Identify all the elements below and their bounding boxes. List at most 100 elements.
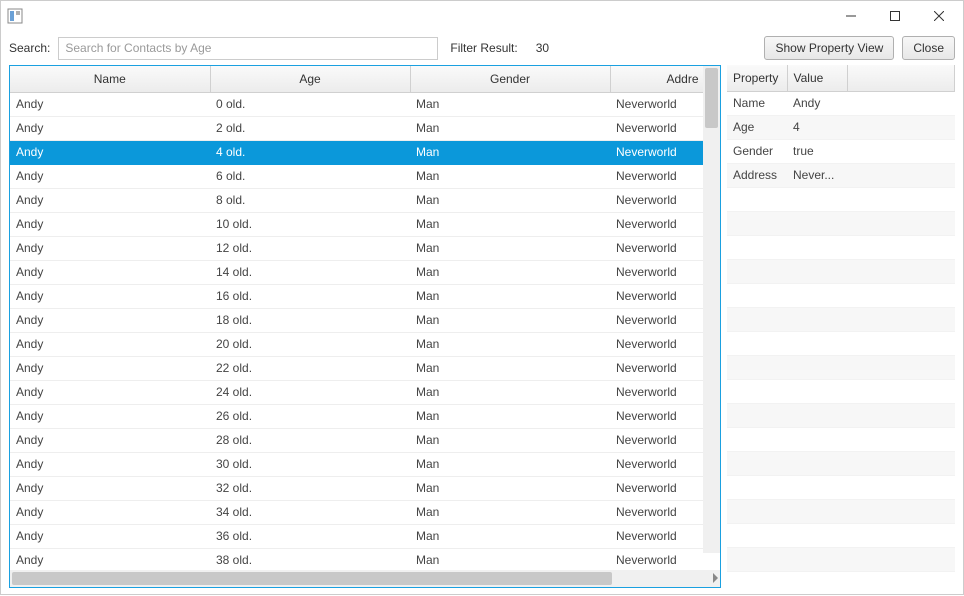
cell-gender: Man	[410, 500, 610, 524]
cell-name: Andy	[10, 92, 210, 116]
cell-address: Neverworld	[610, 524, 703, 548]
cell-name: Andy	[10, 260, 210, 284]
cell-address: Neverworld	[610, 548, 703, 570]
table-row[interactable]: Andy6 old.ManNeverworld	[10, 164, 703, 188]
toolbar: Search: Filter Result: 30 Show Property …	[1, 31, 963, 65]
property-row-empty	[727, 259, 955, 283]
cell-name: Andy	[10, 452, 210, 476]
cell-gender: Man	[410, 476, 610, 500]
table-header-row: Name Age Gender Addre	[10, 66, 703, 92]
show-property-view-button[interactable]: Show Property View	[764, 36, 894, 60]
cell-age: 2 old.	[210, 116, 410, 140]
table-row[interactable]: Andy26 old.ManNeverworld	[10, 404, 703, 428]
table-row[interactable]: Andy38 old.ManNeverworld	[10, 548, 703, 570]
cell-age: 14 old.	[210, 260, 410, 284]
table-row[interactable]: Andy30 old.ManNeverworld	[10, 452, 703, 476]
property-name-cell: Gender	[727, 139, 787, 163]
property-row[interactable]: Gendertrue	[727, 139, 955, 163]
property-spacer-header	[847, 65, 955, 91]
column-header-address[interactable]: Addre	[610, 66, 703, 92]
cell-address: Neverworld	[610, 164, 703, 188]
cell-name: Andy	[10, 524, 210, 548]
cell-address: Neverworld	[610, 92, 703, 116]
property-row[interactable]: AddressNever...	[727, 163, 955, 187]
table-row[interactable]: Andy8 old.ManNeverworld	[10, 188, 703, 212]
property-column-header[interactable]: Property	[727, 65, 787, 91]
cell-address: Neverworld	[610, 476, 703, 500]
cell-gender: Man	[410, 428, 610, 452]
property-row-empty	[727, 187, 955, 211]
property-name-cell: Address	[727, 163, 787, 187]
cell-name: Andy	[10, 308, 210, 332]
cell-gender: Man	[410, 308, 610, 332]
scroll-right-icon[interactable]	[713, 573, 718, 583]
table-row[interactable]: Andy18 old.ManNeverworld	[10, 308, 703, 332]
property-view-pane: Property Value NameAndyAge4GendertrueAdd…	[727, 65, 955, 588]
cell-gender: Man	[410, 140, 610, 164]
maximize-button[interactable]	[873, 2, 917, 30]
cell-gender: Man	[410, 524, 610, 548]
table-row[interactable]: Andy12 old.ManNeverworld	[10, 236, 703, 260]
table-row[interactable]: Andy0 old.ManNeverworld	[10, 92, 703, 116]
cell-address: Neverworld	[610, 356, 703, 380]
table-row[interactable]: Andy14 old.ManNeverworld	[10, 260, 703, 284]
cell-age: 30 old.	[210, 452, 410, 476]
cell-age: 4 old.	[210, 140, 410, 164]
property-value-cell: Andy	[787, 91, 847, 115]
cell-gender: Man	[410, 164, 610, 188]
cell-name: Andy	[10, 476, 210, 500]
cell-age: 32 old.	[210, 476, 410, 500]
cell-gender: Man	[410, 92, 610, 116]
contacts-table[interactable]: Name Age Gender Addre Andy0 old.ManNever…	[10, 66, 704, 570]
vertical-scrollbar[interactable]	[703, 66, 720, 553]
vertical-scroll-thumb[interactable]	[705, 68, 718, 128]
table-row[interactable]: Andy22 old.ManNeverworld	[10, 356, 703, 380]
cell-address: Neverworld	[610, 116, 703, 140]
table-row[interactable]: Andy10 old.ManNeverworld	[10, 212, 703, 236]
cell-age: 26 old.	[210, 404, 410, 428]
property-row-empty	[727, 547, 955, 571]
table-row[interactable]: Andy2 old.ManNeverworld	[10, 116, 703, 140]
close-window-button[interactable]	[917, 2, 961, 30]
column-header-name[interactable]: Name	[10, 66, 210, 92]
cell-age: 18 old.	[210, 308, 410, 332]
table-row[interactable]: Andy32 old.ManNeverworld	[10, 476, 703, 500]
close-button[interactable]: Close	[902, 36, 955, 60]
property-row[interactable]: Age4	[727, 115, 955, 139]
filter-result-label: Filter Result:	[450, 41, 517, 55]
table-row[interactable]: Andy20 old.ManNeverworld	[10, 332, 703, 356]
table-row[interactable]: Andy34 old.ManNeverworld	[10, 500, 703, 524]
horizontal-scrollbar[interactable]	[10, 570, 720, 587]
property-value-cell: true	[787, 139, 847, 163]
table-row[interactable]: Andy4 old.ManNeverworld	[10, 140, 703, 164]
table-row[interactable]: Andy24 old.ManNeverworld	[10, 380, 703, 404]
cell-gender: Man	[410, 236, 610, 260]
search-input[interactable]	[58, 37, 438, 60]
table-row[interactable]: Andy36 old.ManNeverworld	[10, 524, 703, 548]
cell-age: 38 old.	[210, 548, 410, 570]
minimize-button[interactable]	[829, 2, 873, 30]
cell-name: Andy	[10, 164, 210, 188]
horizontal-scroll-thumb[interactable]	[12, 572, 612, 585]
cell-name: Andy	[10, 380, 210, 404]
cell-name: Andy	[10, 284, 210, 308]
cell-address: Neverworld	[610, 140, 703, 164]
property-row-empty	[727, 379, 955, 403]
column-header-gender[interactable]: Gender	[410, 66, 610, 92]
cell-name: Andy	[10, 188, 210, 212]
table-row[interactable]: Andy28 old.ManNeverworld	[10, 428, 703, 452]
property-row-empty	[727, 427, 955, 451]
value-column-header[interactable]: Value	[787, 65, 847, 91]
cell-gender: Man	[410, 404, 610, 428]
property-row[interactable]: NameAndy	[727, 91, 955, 115]
property-table[interactable]: Property Value NameAndyAge4GendertrueAdd…	[727, 65, 955, 572]
cell-address: Neverworld	[610, 308, 703, 332]
table-row[interactable]: Andy16 old.ManNeverworld	[10, 284, 703, 308]
property-row-empty	[727, 211, 955, 235]
cell-address: Neverworld	[610, 188, 703, 212]
column-header-age[interactable]: Age	[210, 66, 410, 92]
property-row-empty	[727, 523, 955, 547]
cell-name: Andy	[10, 548, 210, 570]
cell-gender: Man	[410, 116, 610, 140]
property-spacer-cell	[847, 91, 955, 115]
